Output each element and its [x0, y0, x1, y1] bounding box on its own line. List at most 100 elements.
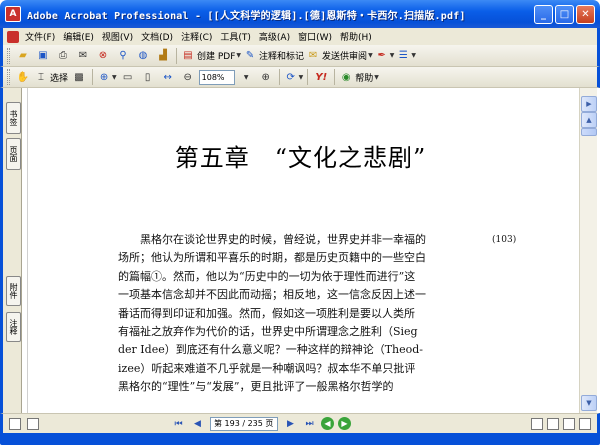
- scroll-down-button[interactable]: ▼: [581, 395, 597, 411]
- menu-tools[interactable]: 工具(T): [216, 30, 255, 43]
- fit-page-button[interactable]: ▯: [139, 68, 157, 86]
- last-page-button[interactable]: ⏭: [302, 417, 317, 431]
- pen-icon: ✒: [377, 50, 386, 61]
- zoom-dropdown-button[interactable]: ▼: [237, 68, 255, 86]
- document-menu-icon[interactable]: [7, 30, 19, 43]
- create-pdf-button[interactable]: ▤ 创建 PDF ▼: [181, 47, 241, 65]
- rotate-button[interactable]: ⟳ ▼: [284, 68, 304, 86]
- close-button[interactable]: ✕: [576, 5, 595, 24]
- chevron-down-icon: ▼: [368, 52, 373, 59]
- send-review-button[interactable]: ✉ 发送供审阅 ▼: [306, 47, 373, 65]
- scroll-up-button[interactable]: ▲: [581, 112, 597, 128]
- text-line: 场所；他认为所谓和平喜乐的时期，都是历史页籍中的一些空白: [118, 251, 426, 265]
- previous-page-button[interactable]: ◀: [190, 417, 205, 431]
- next-page-button[interactable]: ▶: [283, 417, 298, 431]
- text-line: 番话而得到印证和加强。然而，假如这一项胜利是要以人类所: [118, 306, 415, 320]
- comment-icon: ✎: [245, 50, 255, 61]
- page-number-input[interactable]: 第 193 / 235 页: [210, 416, 278, 431]
- toolbar-grip[interactable]: [7, 69, 10, 85]
- menu-window[interactable]: 窗口(W): [294, 30, 336, 43]
- help-icon: ◉: [341, 71, 351, 83]
- text-line: 有福祉之放弃作为代价的话，世界史中所谓理念之胜利（Sieg: [118, 325, 418, 339]
- tab-pages[interactable]: 页面: [6, 138, 21, 170]
- help-button[interactable]: ◉ 帮助 ▼: [339, 68, 379, 86]
- menu-document[interactable]: 文档(D): [137, 30, 177, 43]
- zoom-level-input[interactable]: 108%: [198, 69, 235, 85]
- globe-icon: ◍: [138, 50, 148, 61]
- previous-view-button[interactable]: ◀: [321, 417, 334, 430]
- tools-button[interactable]: ▟: [154, 47, 172, 65]
- single-page-icon[interactable]: [531, 417, 543, 430]
- tab-comments[interactable]: 注释: [6, 312, 21, 342]
- text-line: izee）听起来难道不几乎就是一种嘲讽吗？叔本华不单只批评: [118, 361, 416, 375]
- menu-comments[interactable]: 注释(C): [177, 30, 216, 43]
- facing-pages-icon[interactable]: [563, 417, 575, 430]
- printer-icon: ⎙: [59, 50, 67, 61]
- chevron-down-icon: ▼: [411, 52, 416, 59]
- menu-help[interactable]: 帮助(H): [336, 30, 376, 43]
- folder-icon: ▰: [19, 50, 27, 61]
- snapshot-button[interactable]: ▩: [70, 68, 88, 86]
- navigation-panel: 书签 页面 附件 注释: [0, 88, 22, 413]
- yahoo-icon: Y!: [315, 71, 328, 83]
- rotate-icon: ⟳: [286, 71, 295, 83]
- minimize-button[interactable]: _: [534, 5, 553, 24]
- menu-advanced[interactable]: 高级(A): [255, 30, 294, 43]
- yahoo-button[interactable]: Y!: [312, 68, 330, 86]
- tab-attachments[interactable]: 附件: [6, 276, 21, 306]
- stop-button[interactable]: ⊗: [94, 47, 112, 65]
- chevron-down-icon: ▼: [389, 52, 395, 59]
- open-button[interactable]: ▰: [14, 47, 32, 65]
- vertical-scrollbar[interactable]: ▶ ▲ ▼: [579, 88, 597, 413]
- continuous-page-icon[interactable]: [547, 417, 559, 430]
- zoom-plus-button[interactable]: ⊕: [257, 68, 275, 86]
- select-tool-button[interactable]: ⌶ 选择: [34, 68, 68, 86]
- acrobat-app-icon[interactable]: A: [5, 6, 21, 22]
- next-view-button[interactable]: ▶: [338, 417, 351, 430]
- forms-button[interactable]: ☰ ▼: [396, 47, 416, 65]
- disk-icon: ▣: [38, 50, 48, 61]
- zoom-in-button[interactable]: ⊕ ▼: [97, 68, 117, 86]
- menu-file[interactable]: 文件(F): [21, 30, 59, 43]
- document-view[interactable]: 第五章 “文化之悲剧” (103) 黑格尔在谈论世界史的时候，曾经说，世界史并非…: [22, 88, 579, 413]
- fit-width-button[interactable]: ↔: [159, 68, 177, 86]
- comment-markup-button[interactable]: ✎ 注释和标记: [243, 47, 304, 65]
- document-properties-icon[interactable]: [27, 417, 39, 430]
- camera-icon: ▩: [74, 71, 84, 83]
- continuous-facing-icon[interactable]: [579, 417, 591, 430]
- help-label: 帮助: [355, 73, 374, 84]
- fit-width-icon: ↔: [163, 71, 172, 83]
- hand-tool-button[interactable]: ✋: [14, 68, 32, 86]
- maximize-button[interactable]: □: [555, 5, 574, 24]
- search-icon: ⚲: [119, 50, 127, 61]
- text-line: 黑格尔的“理性”与“发展”，更且批评了一般黑格尔哲学的: [118, 380, 394, 394]
- menu-bar: 文件(F) 编辑(E) 视图(V) 文档(D) 注释(C) 工具(T) 高级(A…: [0, 28, 600, 45]
- chevron-down-icon: ▼: [298, 73, 304, 81]
- organizer-button[interactable]: ◍: [134, 47, 152, 65]
- title-bar: A Adobe Acrobat Professional - [[人文科学的逻辑…: [0, 0, 600, 28]
- pdf-icon: ▤: [183, 50, 193, 61]
- first-page-button[interactable]: ⏮: [171, 417, 186, 431]
- options-arrow-button[interactable]: ▶: [581, 96, 597, 112]
- tab-bookmarks[interactable]: 书签: [6, 102, 21, 134]
- text-line: 黑格尔在谈论世界史的时候，曾经说，世界史并非一幸福的: [140, 233, 426, 246]
- zoom-out-button[interactable]: ⊖: [179, 68, 197, 86]
- sign-button[interactable]: ✒ ▼: [375, 47, 395, 65]
- form-icon: ☰: [398, 50, 408, 61]
- save-button[interactable]: ▣: [34, 47, 52, 65]
- menu-view[interactable]: 视图(V): [98, 30, 137, 43]
- send-review-label: 发送供审阅: [322, 52, 368, 62]
- window-frame-bottom: [0, 433, 600, 445]
- cursor-icon: ⌶: [38, 71, 44, 83]
- actual-size-button[interactable]: ▭: [119, 68, 137, 86]
- create-pdf-label: 创建 PDF: [197, 52, 236, 62]
- chevron-down-icon: ▼: [374, 73, 379, 81]
- scroll-thumb[interactable]: [581, 128, 597, 136]
- print-button[interactable]: ⎙: [54, 47, 72, 65]
- fit-page-icon: ▯: [144, 71, 151, 83]
- toolbar-grip[interactable]: [7, 47, 10, 64]
- page-layout-icon[interactable]: [9, 417, 21, 430]
- search-button[interactable]: ⚲: [114, 47, 132, 65]
- email-button[interactable]: ✉: [74, 47, 92, 65]
- menu-edit[interactable]: 编辑(E): [59, 30, 98, 43]
